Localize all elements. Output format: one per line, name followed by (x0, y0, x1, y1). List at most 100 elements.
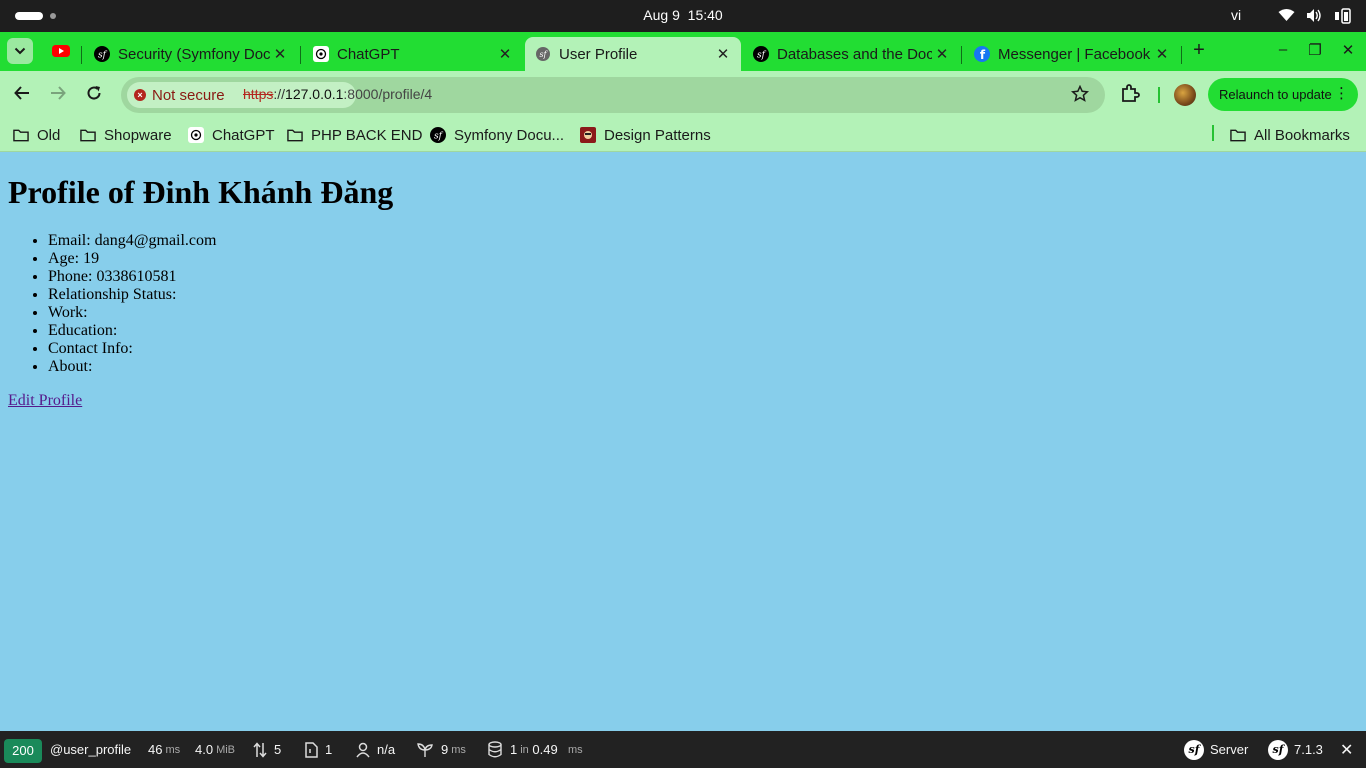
twig-panel[interactable]: 9 ms (416, 731, 466, 768)
bookmarks-bar: Old Shopware ChatGPT PHP BACK END sf Sym… (0, 118, 1366, 152)
close-icon[interactable]: ✕ (713, 45, 733, 63)
tab-strip: sf Security (Symfony Docs) ✕ ChatGPT ✕ s… (0, 32, 1366, 71)
minimize-button[interactable]: – (1273, 41, 1293, 61)
reload-button[interactable] (82, 83, 106, 107)
youtube-pinned-tab[interactable] (52, 44, 70, 63)
server-panel[interactable]: sf Server (1184, 731, 1248, 768)
profile-education: Education: (48, 322, 216, 340)
memory-usage[interactable]: 4.0 MiB (195, 731, 235, 768)
bookmark-folder-shopware[interactable]: Shopware (80, 124, 172, 146)
folder-icon (287, 127, 303, 143)
extensions-puzzle-icon[interactable] (1119, 83, 1141, 110)
profile-avatar[interactable] (1174, 84, 1196, 106)
profile-age: Age: 19 (48, 250, 216, 268)
database-panel[interactable]: 1 in 0.49 ms (487, 731, 583, 768)
folder-icon (13, 127, 29, 143)
battery-icon[interactable] (1334, 8, 1352, 29)
edit-profile-link[interactable]: Edit Profile (8, 392, 82, 410)
hide-toolbar-button[interactable]: ✕ (1340, 731, 1353, 768)
close-icon[interactable]: ✕ (1152, 45, 1172, 63)
tab-chatgpt[interactable]: ChatGPT ✕ (303, 37, 523, 71)
close-icon[interactable]: ✕ (270, 45, 290, 63)
keyboard-language[interactable]: vi (1231, 7, 1241, 23)
security-user[interactable]: n/a (356, 731, 395, 768)
tab-messenger[interactable]: f Messenger | Facebook ✕ (964, 37, 1180, 71)
page-content: Profile of Đinh Khánh Đăng Email: dang4@… (0, 153, 1366, 731)
symfony-gray-icon: sf (535, 46, 551, 62)
profile-details-list: Email: dang4@gmail.com Age: 19 Phone: 03… (48, 232, 216, 376)
arrows-updown-icon (253, 741, 267, 758)
request-time[interactable]: 46 ms (148, 731, 180, 768)
tab-search-button[interactable] (7, 38, 33, 64)
tab-separator (81, 46, 82, 64)
twig-unit: ms (451, 743, 466, 756)
time-value: 46 (148, 742, 163, 757)
tab-databases[interactable]: sf Databases and the Doctrine ORM ✕ (743, 37, 960, 71)
arrow-right-icon (50, 85, 66, 106)
wifi-icon[interactable] (1278, 8, 1295, 27)
bookmark-star-icon[interactable] (1070, 84, 1090, 108)
symfony-icon: sf (94, 46, 110, 62)
folder-icon (1230, 127, 1246, 143)
http-requests[interactable]: 5 (253, 731, 281, 768)
bookmark-symfony-docs[interactable]: sf Symfony Docu... (430, 124, 564, 146)
os-clock[interactable]: Aug 9 15:40 (0, 7, 1366, 23)
symfony-icon: sf (753, 46, 769, 62)
route-name[interactable]: @user_profile (50, 731, 131, 768)
tab-separator (1181, 46, 1182, 64)
url-text[interactable]: https://127.0.0.1:8000/profile/4 (243, 86, 432, 102)
bookmark-chatgpt[interactable]: ChatGPT (188, 124, 275, 146)
tab-security[interactable]: sf Security (Symfony Docs) ✕ (84, 37, 298, 71)
relaunch-update-button[interactable]: Relaunch to update ⋮ (1208, 78, 1358, 111)
maximize-button[interactable]: ❐ (1305, 41, 1325, 61)
restore-icon: ❐ (1308, 42, 1322, 59)
forward-button[interactable] (46, 83, 70, 107)
address-bar[interactable]: × Not secure https://127.0.0.1:8000/prof… (121, 77, 1105, 113)
facebook-icon: f (974, 46, 990, 62)
tab-user-profile[interactable]: sf User Profile ✕ (525, 37, 741, 71)
bookmark-label: Old (37, 126, 61, 144)
symfony-version: 7.1.3 (1294, 742, 1323, 757)
close-icon[interactable]: ✕ (932, 45, 952, 63)
templates-panel[interactable]: 1 (305, 731, 332, 768)
requests-count: 5 (274, 742, 282, 757)
database-icon (487, 741, 503, 758)
close-icon: ✕ (1341, 42, 1355, 59)
bookmark-design-patterns[interactable]: Design Patterns (580, 124, 711, 146)
bookmark-label: Symfony Docu... (454, 126, 565, 144)
templates-count: 1 (325, 742, 333, 757)
volume-icon[interactable] (1306, 8, 1322, 28)
all-bookmarks-button[interactable]: All Bookmarks (1230, 124, 1350, 146)
bookmark-folder-php-back-end[interactable]: PHP BACK END (287, 124, 422, 146)
profile-email: Email: dang4@gmail.com (48, 232, 216, 250)
memory-unit: MiB (216, 743, 236, 756)
security-label: Not secure (152, 86, 225, 104)
os-date: Aug 9 (643, 7, 680, 23)
tab-separator (300, 46, 301, 64)
back-button[interactable] (10, 83, 34, 107)
bookmark-label: All Bookmarks (1254, 126, 1350, 144)
symfony-version-panel[interactable]: sf 7.1.3 (1268, 731, 1323, 768)
folder-icon (80, 127, 96, 143)
url-host: 127.0.0.1 (285, 86, 344, 102)
profile-work: Work: (48, 304, 216, 322)
bookmark-folder-old[interactable]: Old (13, 124, 60, 146)
chevron-down-icon (14, 42, 26, 60)
symfony-debug-toolbar: 200 @user_profile 46 ms 4.0 MiB 5 1 n/a 9m… (0, 731, 1366, 768)
profile-contact-info: Contact Info: (48, 340, 216, 358)
memory-value: 4.0 (195, 742, 214, 757)
status-code-badge[interactable]: 200 (4, 739, 42, 763)
close-icon[interactable]: ✕ (495, 45, 515, 63)
db-in-label: in (520, 743, 529, 756)
tab-title: Databases and the Doctrine ORM (777, 45, 932, 63)
youtube-icon (52, 45, 70, 62)
close-window-button[interactable]: ✕ (1338, 41, 1358, 61)
profile-relationship-status: Relationship Status: (48, 286, 216, 304)
new-tab-button[interactable]: + (1188, 40, 1210, 62)
user-icon (356, 742, 370, 758)
os-time: 15:40 (687, 7, 723, 23)
bookmark-label: PHP BACK END (311, 126, 423, 144)
profile-about: About: (48, 358, 216, 376)
more-vert-icon[interactable]: ⋮ (1334, 85, 1349, 103)
bookmarks-separator (1212, 125, 1214, 141)
